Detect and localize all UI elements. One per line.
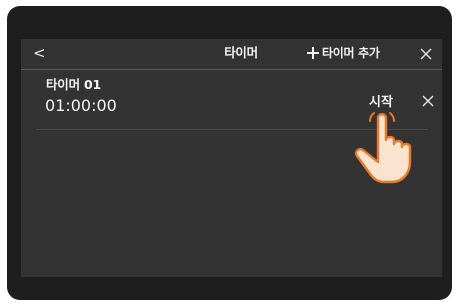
delete-timer-icon[interactable] [422, 95, 434, 107]
close-icon[interactable] [420, 48, 432, 60]
tap-hand-icon [354, 112, 412, 184]
chevron-left-icon[interactable]: < [33, 43, 49, 63]
plus-icon [307, 47, 319, 59]
add-timer-label: 타이머 추가 [322, 46, 380, 60]
page-title: 타이머 [224, 45, 258, 60]
timer-name: 타이머 01 [46, 77, 102, 92]
add-timer-button[interactable]: 타이머 추가 [307, 44, 380, 62]
timer-time: 01:00:00 [45, 96, 117, 115]
header-bar: < 타이머 타이머 추가 [21, 39, 442, 69]
